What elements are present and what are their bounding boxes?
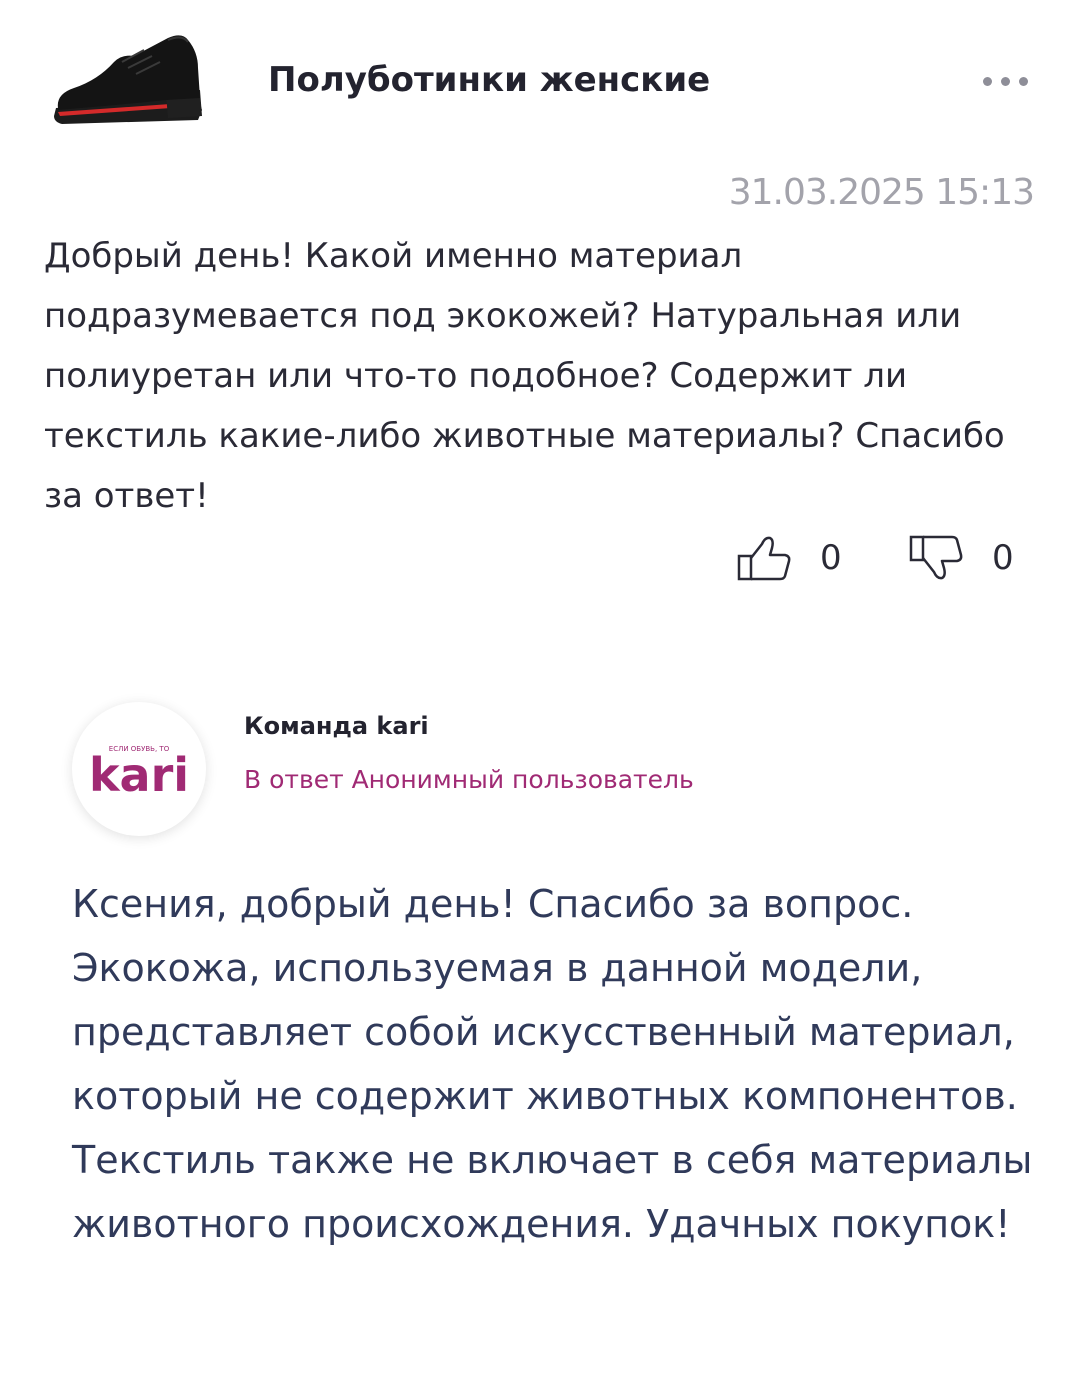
thumbs-down-icon: [908, 534, 964, 582]
thumbs-up-icon: [736, 534, 792, 582]
product-header: Полуботинки женские: [0, 0, 1080, 160]
like-button[interactable]: 0: [736, 530, 842, 586]
question-text: Добрый день! Какой именно материал подра…: [44, 236, 1005, 516]
answer-block: ЕСЛИ ОБУВЬ, ТО kari Команда kari В ответ…: [0, 680, 1080, 1380]
more-dot: [1018, 76, 1028, 86]
more-dot: [1000, 76, 1010, 86]
kari-logo-avatar: ЕСЛИ ОБУВЬ, ТО kari: [72, 702, 206, 836]
question-date: 31.03.2025 15:13: [728, 172, 1035, 213]
more-dots-icon[interactable]: [970, 58, 1040, 104]
like-count: 0: [820, 538, 842, 578]
reply-to-link[interactable]: В ответ Анонимный пользователь: [244, 762, 694, 798]
dislike-button[interactable]: 0: [908, 530, 1014, 586]
logo-text: kari: [89, 748, 189, 799]
product-title: Полуботинки женские: [268, 60, 711, 100]
dislike-count: 0: [992, 538, 1014, 578]
answer-author: Команда kari: [244, 712, 429, 740]
more-dot: [982, 76, 992, 86]
answer-text: Ксения, добрый день! Спасибо за вопрос. …: [72, 882, 1033, 1246]
shoe-product-image[interactable]: [48, 28, 208, 132]
